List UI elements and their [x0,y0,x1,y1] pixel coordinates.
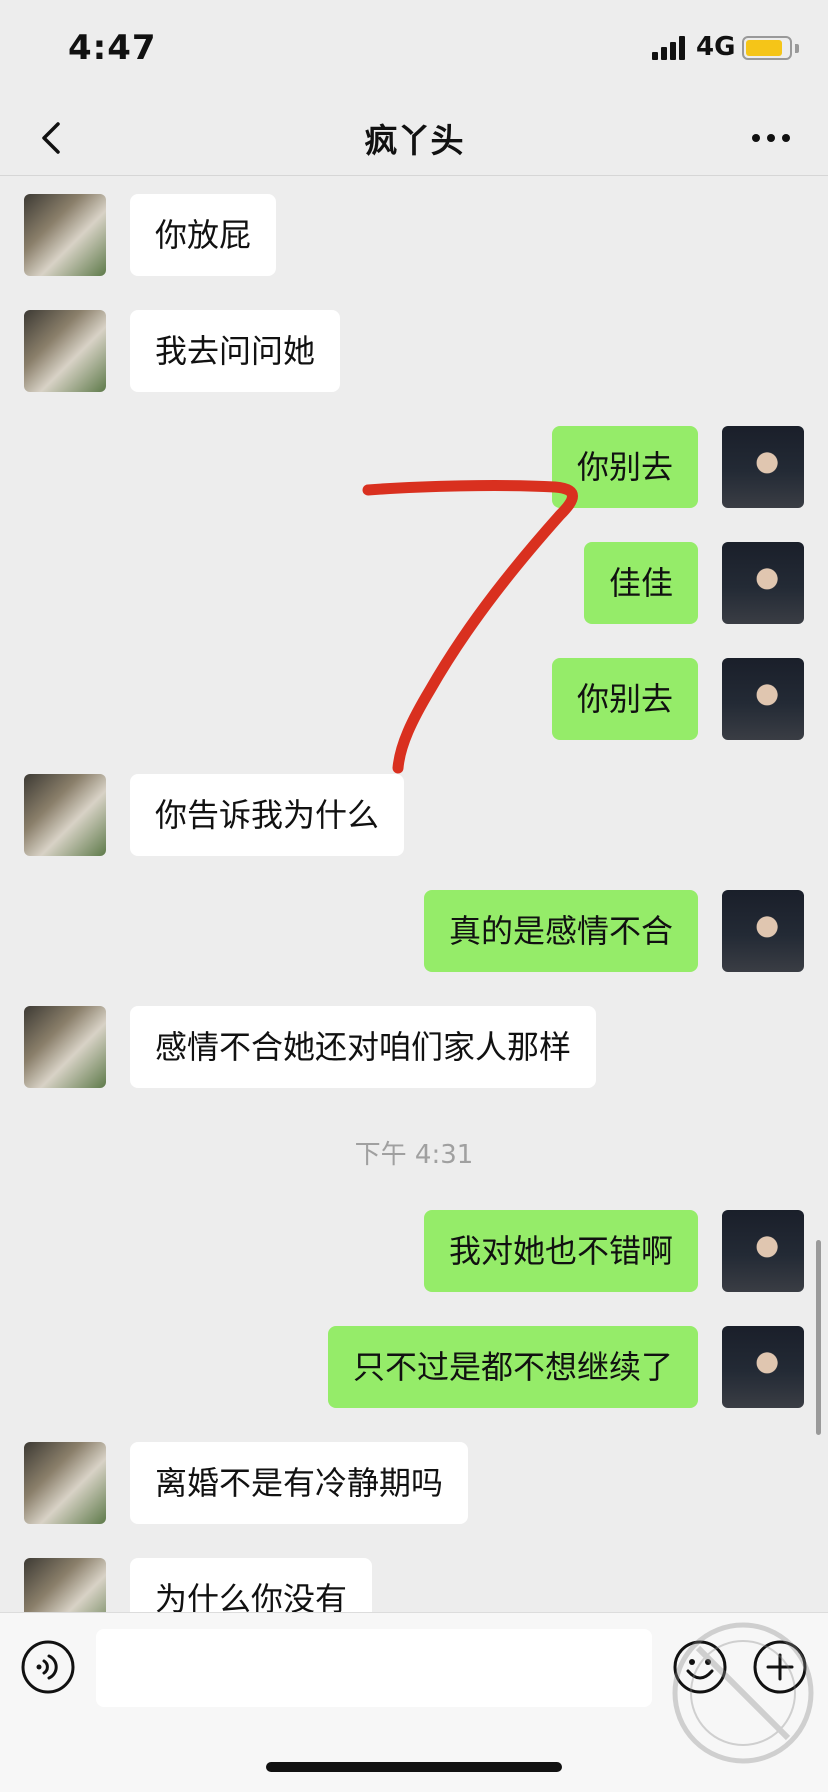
status-bar: 4:47 4G [0,0,828,100]
chat-title: 疯丫头 [364,121,464,160]
signal-icon [652,36,688,60]
contact-avatar[interactable] [24,774,106,856]
sent-message[interactable]: 佳佳 [583,542,698,624]
contact-avatar[interactable] [24,310,106,392]
battery-tip [795,44,799,53]
status-time: 4:47 [68,28,157,68]
sent-message[interactable]: 我对她也不错啊 [423,1210,698,1292]
voice-icon[interactable] [20,1639,76,1695]
self-avatar[interactable] [722,1326,804,1408]
more-icon[interactable] [746,114,796,162]
sent-message[interactable]: 只不过是都不想继续了 [327,1326,698,1408]
sent-message[interactable]: 你别去 [551,658,698,740]
received-message[interactable]: 你告诉我为什么 [130,774,405,856]
time-separator: 下午 4:31 [354,1140,474,1170]
sent-message[interactable]: 你别去 [551,426,698,508]
self-avatar[interactable] [722,890,804,972]
received-message[interactable]: 感情不合她还对咱们家人那样 [130,1006,597,1088]
message-input[interactable] [96,1629,652,1707]
contact-avatar[interactable] [24,1442,106,1524]
self-avatar[interactable] [722,1210,804,1292]
received-message[interactable]: 我去问问她 [130,310,341,392]
self-avatar[interactable] [722,542,804,624]
contact-avatar[interactable] [24,194,106,276]
self-avatar[interactable] [722,658,804,740]
received-message[interactable]: 离婚不是有冷静期吗 [130,1442,469,1524]
received-message[interactable]: 你放屁 [130,194,277,276]
self-avatar[interactable] [722,426,804,508]
contact-avatar[interactable] [24,1006,106,1088]
watermark-icon [672,1622,814,1764]
network-label: 4G [696,32,736,62]
scrollbar[interactable] [816,1240,821,1435]
battery-icon [742,36,792,60]
home-indicator[interactable] [266,1762,562,1772]
nav-bar: 疯丫头 [0,100,828,176]
sent-message[interactable]: 真的是感情不合 [423,890,698,972]
